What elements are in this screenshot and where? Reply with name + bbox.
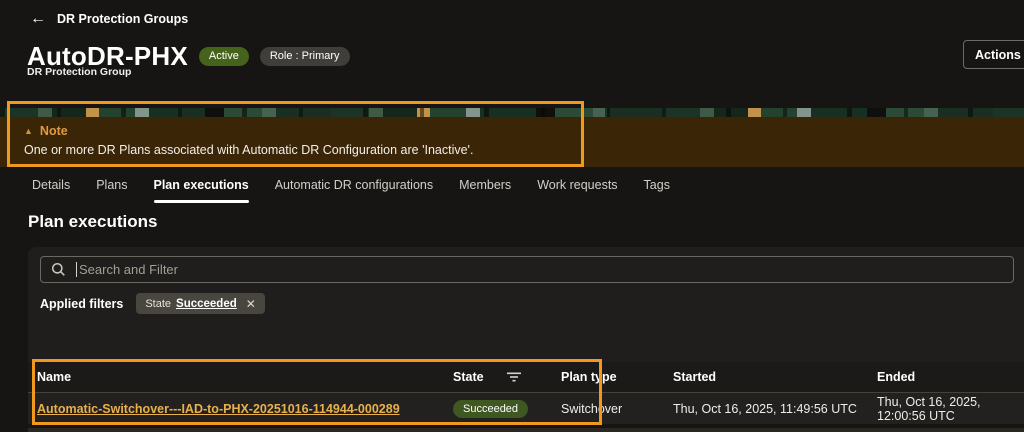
tab-plan-executions[interactable]: Plan executions	[141, 172, 262, 205]
search-input[interactable]: Search and Filter	[40, 256, 1014, 283]
ended-cell: Thu, Oct 16, 2025, 12:00:56 UTC	[877, 394, 981, 423]
tab-plans[interactable]: Plans	[83, 172, 140, 205]
note-message: One or more DR Plans associated with Aut…	[24, 143, 474, 157]
column-header-state-label: State	[453, 370, 484, 384]
plan-execution-link[interactable]: Automatic-Switchover---IAD-to-PHX-202510…	[37, 402, 400, 416]
section-heading: Plan executions	[28, 212, 158, 231]
warning-icon: ▲	[24, 125, 33, 136]
applied-filters-row: Applied filters State Succeeded ✕	[40, 293, 265, 314]
tab-tags[interactable]: Tags	[631, 172, 683, 205]
column-header-state: State	[453, 370, 561, 384]
table-row: Automatic-Switchover---IAD-to-PHX-202510…	[28, 393, 1024, 424]
actions-button-label: Actions	[975, 47, 1021, 62]
dr-protection-group-page: { "header": { "breadcrumb": "DR Protecti…	[0, 0, 1024, 432]
tab-plan-executions-label: Plan executions	[153, 178, 249, 192]
note-banner: ▲ Note One or more DR Plans associated w…	[0, 108, 1024, 167]
note-banner-body: ▲ Note One or more DR Plans associated w…	[0, 117, 1024, 167]
tab-bar: Details Plans Plan executions Automatic …	[19, 172, 683, 205]
filter-chip-remove-icon[interactable]: ✕	[246, 298, 256, 310]
role-badge: Role : Primary	[259, 47, 350, 66]
breadcrumb[interactable]: DR Protection Groups	[57, 12, 188, 26]
column-header-started: Started	[673, 370, 717, 384]
plan-executions-table: Name State Plan type Started Ended Autom…	[28, 362, 1024, 432]
tab-details[interactable]: Details	[19, 172, 83, 205]
column-header-ended: Ended	[877, 370, 916, 384]
search-icon	[51, 262, 65, 276]
tab-automatic-dr-configurations[interactable]: Automatic DR configurations	[262, 172, 446, 205]
column-header-name: Name	[37, 370, 72, 384]
active-tab-underline	[153, 200, 249, 203]
text-caret	[76, 262, 77, 277]
table-header-row: Name State Plan type Started Ended	[28, 362, 1024, 393]
next-row-edge	[28, 428, 1024, 432]
banner-texture-strip	[0, 108, 1024, 117]
resource-type-label: DR Protection Group	[27, 66, 132, 78]
tab-work-requests[interactable]: Work requests	[524, 172, 630, 205]
filter-chip[interactable]: State Succeeded ✕	[136, 293, 265, 314]
column-filter-icon[interactable]	[507, 372, 521, 382]
applied-filters-label: Applied filters	[40, 296, 124, 311]
back-arrow-icon[interactable]: ←	[30, 11, 46, 27]
started-cell: Thu, Oct 16, 2025, 11:49:56 UTC	[673, 401, 857, 416]
state-badge: Succeeded	[453, 399, 529, 418]
plan-type-cell: Switchover	[561, 401, 623, 416]
column-header-plan-type: Plan type	[561, 370, 617, 384]
search-placeholder: Search and Filter	[79, 262, 178, 277]
actions-button[interactable]: Actions	[963, 40, 1024, 69]
breadcrumb-row: ← DR Protection Groups	[30, 11, 188, 27]
tab-members[interactable]: Members	[446, 172, 524, 205]
status-badge: Active	[198, 47, 249, 66]
plan-executions-panel: Search and Filter Applied filters State …	[28, 247, 1024, 432]
filter-chip-value: Succeeded	[176, 297, 237, 310]
filter-chip-field: State	[145, 297, 172, 310]
note-title: Note	[39, 124, 68, 138]
